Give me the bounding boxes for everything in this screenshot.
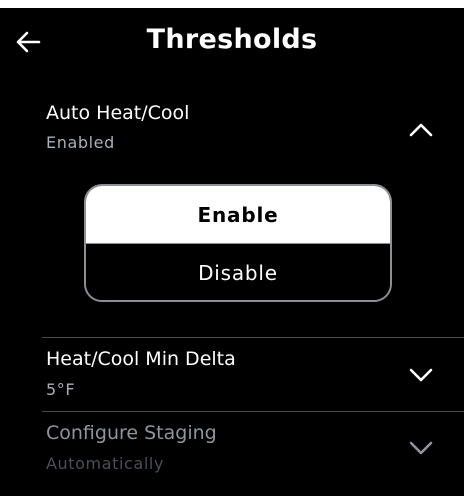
- header: Thresholds: [0, 8, 464, 78]
- page-title: Thresholds: [146, 24, 318, 55]
- thresholds-screen: Thresholds Auto Heat/Cool Enabled Enable…: [0, 0, 464, 496]
- auto-heat-cool-toggle: Enable Disable: [84, 184, 392, 302]
- chevron-down-icon[interactable]: [408, 440, 434, 456]
- configure-staging-label: Configure Staging: [46, 422, 217, 444]
- configure-staging-value: Automatically: [46, 454, 165, 473]
- auto-heat-cool-value: Enabled: [46, 133, 115, 152]
- disable-option[interactable]: Disable: [86, 244, 390, 300]
- divider: [42, 411, 464, 412]
- chevron-down-icon[interactable]: [408, 367, 434, 383]
- min-delta-label: Heat/Cool Min Delta: [46, 348, 236, 370]
- min-delta-row[interactable]: Heat/Cool Min Delta 5°F: [0, 340, 464, 410]
- status-strip: [0, 0, 464, 8]
- auto-heat-cool-label: Auto Heat/Cool: [46, 102, 190, 124]
- chevron-up-icon[interactable]: [408, 122, 434, 138]
- enable-option[interactable]: Enable: [86, 186, 390, 244]
- auto-heat-cool-row[interactable]: Auto Heat/Cool Enabled: [0, 96, 464, 162]
- configure-staging-row[interactable]: Configure Staging Automatically: [0, 414, 464, 484]
- min-delta-value: 5°F: [46, 380, 76, 399]
- divider: [42, 337, 464, 338]
